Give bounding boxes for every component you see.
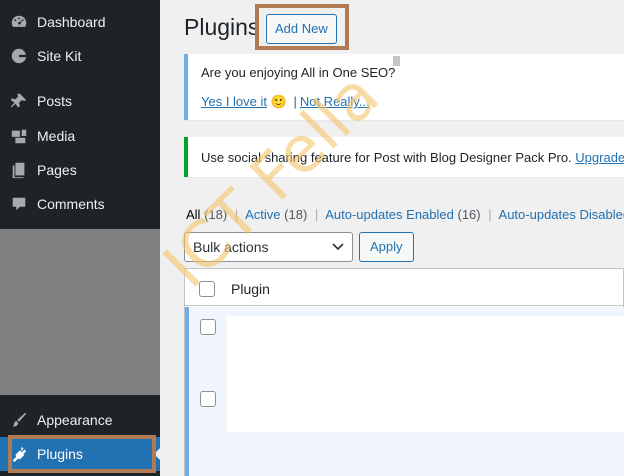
notice-question: Are you enjoying All in One SEO? [201,65,396,80]
row-checkbox[interactable] [200,319,216,335]
page-title: Plugins [184,14,260,40]
brush-icon [9,410,29,430]
bulk-actions-value: Bulk actions [193,239,269,255]
current-menu-arrow [154,446,162,462]
pin-icon [9,91,29,111]
sidebar-item-plugins[interactable]: Plugins [0,437,160,471]
upgrade-link[interactable]: Upgrade n [575,150,624,165]
add-new-button[interactable]: Add New [266,14,337,44]
filter-all-count: (18) [204,207,228,222]
sidebar-item-posts[interactable]: Posts [0,84,160,118]
comment-icon [9,194,29,214]
sidebar-item-label: Dashboard [37,14,106,30]
table-row [227,316,624,432]
column-plugin-header: Plugin [231,281,270,297]
sidebar-item-label: Posts [37,93,73,109]
blog-designer-notice: Use social sharing feature for Post with… [184,137,624,177]
sidebar-item-label: Media [37,128,76,144]
sidebar-item-comments[interactable]: Comments [0,187,160,221]
select-all-checkbox[interactable] [199,281,215,297]
sidebar-item-pages[interactable]: Pages [0,153,160,187]
chevron-down-icon [332,243,344,251]
notice-text: Use social sharing feature for Post with… [201,150,624,165]
site-kit-icon [9,46,29,66]
not-really-link[interactable]: Not Really... [300,94,370,109]
filter-auto-updates-enabled[interactable]: Auto-updates Enabled [325,207,454,222]
sidebar-item-dashboard[interactable]: Dashboard [0,5,160,39]
seo-notice: Are you enjoying All in One SEO? Yes I l… [184,54,624,120]
sidebar-item-label: Site Kit [37,48,82,64]
sidebar-item-label: Pages [37,162,77,178]
sidebar-item-label: Plugins [37,446,83,462]
apply-button[interactable]: Apply [359,232,414,262]
notice-message: Use social sharing feature for Post with… [201,150,572,165]
yes-link[interactable]: Yes I love it [201,94,267,109]
sidebar-item-appearance[interactable]: Appearance [0,403,160,437]
pages-icon [9,160,29,180]
status-filters: All (18) | Active (18) | Auto-updates En… [186,207,624,222]
bulk-actions-select[interactable]: Bulk actions [184,232,353,262]
filter-separator: | [234,207,239,222]
notice-links: Yes I love it 🙂 | Not Really... [201,94,370,110]
media-icon [9,126,29,146]
filter-active[interactable]: Active [245,207,280,222]
link-separator: | [293,94,297,109]
smile-emoji: 🙂 [270,94,287,109]
filter-separator: | [488,207,492,222]
filter-separator: | [314,207,319,222]
sidebar-item-label: Comments [37,196,105,212]
table-rows [185,307,624,476]
sidebar-item-media[interactable]: Media [0,119,160,153]
scrollbar[interactable] [393,56,400,66]
filter-active-count: (18) [284,207,308,222]
admin-sidebar: Dashboard Site Kit Posts Media Pages Com… [0,0,160,476]
dashboard-icon [9,12,29,32]
filter-all[interactable]: All [186,207,200,222]
sidebar-item-label: Appearance [37,412,113,428]
filter-auto-enabled-count: (16) [457,207,481,222]
table-header: Plugin [185,269,624,306]
sidebar-item-site-kit[interactable]: Site Kit [0,39,160,73]
plugins-table: Plugin [184,268,624,476]
filter-auto-updates-disabled[interactable]: Auto-updates Disabled [499,207,624,222]
submenu-overlay [0,229,160,395]
row-checkbox[interactable] [200,391,216,407]
plugin-icon [9,444,29,464]
